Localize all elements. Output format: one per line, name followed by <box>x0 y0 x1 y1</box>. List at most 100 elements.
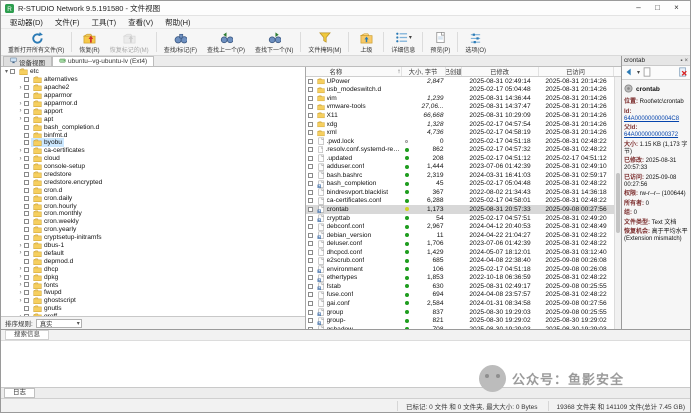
checkbox[interactable] <box>24 298 29 304</box>
column-header-0[interactable]: 名称 ↑ <box>306 67 402 76</box>
expand-arrow-icon[interactable]: › <box>17 282 24 288</box>
checkbox[interactable] <box>24 116 29 122</box>
id-link[interactable]: 64A0000000000372 <box>624 132 678 138</box>
close-panel-icon[interactable]: × <box>684 58 688 64</box>
expand-arrow-icon[interactable]: › <box>17 243 24 249</box>
checkbox[interactable] <box>307 87 313 93</box>
toolbar-button-10[interactable]: 预览(P) <box>425 30 455 54</box>
checkbox[interactable] <box>307 189 313 195</box>
toolbar-button-4[interactable]: 查找/标记(F) <box>159 30 202 54</box>
file-row-dhcpcd.conf[interactable]: dhcpcd.conf 1,429 2024-05-07 18:12:01 2025-… <box>306 248 621 257</box>
file-row-gai.conf[interactable]: gai.conf 2,584 2024-01-31 08:34:58 2025-09-… <box>306 299 621 308</box>
checkbox[interactable] <box>307 283 313 289</box>
menu-item-1[interactable]: 文件(F) <box>49 17 86 28</box>
file-row-ethertypes[interactable]: ethertypes 1,853 2022-10-18 06:36:59 2025-0… <box>306 274 621 283</box>
checkbox[interactable] <box>24 306 29 312</box>
toolbar-button-5[interactable]: 查找上一个(P) <box>202 30 250 54</box>
column-header-4[interactable]: 已访问 <box>539 67 614 76</box>
close-button[interactable]: × <box>667 1 686 15</box>
checkbox[interactable] <box>24 266 29 272</box>
checkbox[interactable] <box>24 195 29 201</box>
checkbox[interactable] <box>24 77 29 83</box>
menu-item-2[interactable]: 工具(T) <box>86 17 123 28</box>
toolbar-button-7[interactable]: 文件掩码(M) <box>303 30 346 54</box>
checkbox[interactable] <box>307 224 313 230</box>
checkbox[interactable] <box>307 95 313 101</box>
checkbox[interactable] <box>307 78 313 84</box>
expand-arrow-icon[interactable]: › <box>17 290 24 296</box>
toolbar-button-8[interactable]: 上级 <box>351 30 381 54</box>
checkbox[interactable] <box>307 258 313 264</box>
checkbox[interactable] <box>24 290 29 296</box>
expand-arrow-icon[interactable]: › <box>17 101 24 107</box>
checkbox[interactable] <box>24 179 29 185</box>
expand-arrow-icon[interactable]: › <box>17 85 24 91</box>
checkbox[interactable] <box>307 241 313 247</box>
menu-item-3[interactable]: 查看(V) <box>122 17 159 28</box>
id-link[interactable]: 64A00000000004C8 <box>624 116 679 122</box>
file-row-group[interactable]: group 837 2025-08-30 19:29:03 2025-09-08 00… <box>306 308 621 317</box>
minimize-button[interactable]: – <box>629 1 648 15</box>
checkbox[interactable] <box>24 227 29 233</box>
checkbox[interactable] <box>24 93 29 99</box>
checkbox[interactable] <box>24 124 29 130</box>
tab-device-view[interactable]: 设备视图 <box>3 56 52 67</box>
checkbox[interactable] <box>24 258 29 264</box>
file-row-bindresvport.blacklist[interactable]: bindresvport.blacklist 367 2022-08-02 21:3… <box>306 188 621 197</box>
log-pane-label[interactable]: 搜索信息 <box>5 330 49 340</box>
checkbox[interactable] <box>24 85 29 91</box>
expand-arrow-icon[interactable]: › <box>17 148 24 154</box>
file-row-usb_modeswitch.d[interactable]: usb_modeswitch.d 2025-02-17 05:04:48 2025-… <box>306 86 621 95</box>
checkbox[interactable] <box>307 130 313 136</box>
file-row-X11[interactable]: X11 66,668 2025-08-31 10:29:09 2025-08-31 2… <box>306 111 621 120</box>
checkbox[interactable] <box>307 181 313 187</box>
checkbox[interactable] <box>307 249 313 255</box>
checkbox[interactable] <box>24 274 29 280</box>
close-preview-icon[interactable] <box>678 66 688 79</box>
file-row-ca-certificates.conf[interactable]: ca-certificates.conf 6,288 2025-02-17 04:5… <box>306 197 621 206</box>
expand-arrow-icon[interactable]: › <box>17 116 24 122</box>
tab-partition[interactable]: ubuntu--vg-ubuntu-lv (Ext4) <box>52 56 155 66</box>
document-icon[interactable] <box>642 66 652 79</box>
back-dropdown-icon[interactable]: ▾ <box>637 69 640 76</box>
column-header-2[interactable]: 已创建 <box>446 67 462 76</box>
checkbox[interactable] <box>307 198 313 204</box>
file-row-UPower[interactable]: UPower 2,847 2025-08-31 02:49:14 2025-08-31… <box>306 77 621 86</box>
checkbox[interactable] <box>24 172 29 178</box>
file-row-adduser.conf[interactable]: adduser.conf 1,444 2023-07-06 01:42:39 2025… <box>306 162 621 171</box>
expand-arrow-icon[interactable]: › <box>17 266 24 272</box>
maximize-button[interactable]: □ <box>648 1 667 15</box>
file-row-vmware-tools[interactable]: vmware-tools 27,06... 2025-08-31 14:37:47 2… <box>306 103 621 112</box>
file-row-crontab[interactable]: crontab 1,173 2025-08-31 20:57:33 2025-09-0… <box>305 205 621 214</box>
file-row-crypttab[interactable]: crypttab 54 2025-02-17 04:57:51 2025-08-31 … <box>306 214 621 223</box>
checkbox[interactable] <box>307 112 313 118</box>
expand-arrow-icon[interactable]: › <box>17 250 24 256</box>
toolbar-button-6[interactable]: 查找下一个(N) <box>250 30 298 54</box>
checkbox[interactable] <box>307 266 313 272</box>
checkbox[interactable] <box>24 282 29 288</box>
checkbox[interactable] <box>24 132 29 138</box>
checkbox[interactable] <box>24 148 29 154</box>
file-row-environment[interactable]: environment 106 2025-02-17 04:51:18 2025-09… <box>306 265 621 274</box>
toolbar-button-11[interactable]: 选项(O) <box>460 30 491 54</box>
file-row-xml[interactable]: xml 4,736 2025-02-17 04:58:19 2025-08-31 20… <box>306 128 621 137</box>
checkbox[interactable] <box>24 101 29 106</box>
checkbox[interactable] <box>307 206 313 212</box>
expand-arrow-icon[interactable]: › <box>17 274 24 280</box>
checkbox[interactable] <box>24 250 29 256</box>
toolbar-button-9[interactable]: ▾ 详细信息 <box>386 30 420 54</box>
checkbox[interactable] <box>307 275 313 281</box>
checkbox[interactable] <box>10 69 15 75</box>
checkbox[interactable] <box>307 232 313 238</box>
checkbox[interactable] <box>307 318 313 324</box>
checkbox[interactable] <box>307 309 313 315</box>
toolbar-button-1[interactable]: 重新打开所有文件(R) <box>3 30 69 54</box>
checkbox[interactable] <box>24 243 29 249</box>
column-header-3[interactable]: 已修改 <box>462 67 539 76</box>
file-row-bash_completion[interactable]: bash_completion 45 2025-02-17 05:04:48 2025… <box>306 180 621 189</box>
checkbox[interactable] <box>307 215 313 221</box>
file-row-debconf.conf[interactable]: debconf.conf 2,967 2024-04-12 20:40:53 2025… <box>306 222 621 231</box>
checkbox[interactable] <box>307 138 313 144</box>
checkbox[interactable] <box>24 108 29 114</box>
dropdown-caret-icon[interactable]: ▾ <box>409 34 412 41</box>
